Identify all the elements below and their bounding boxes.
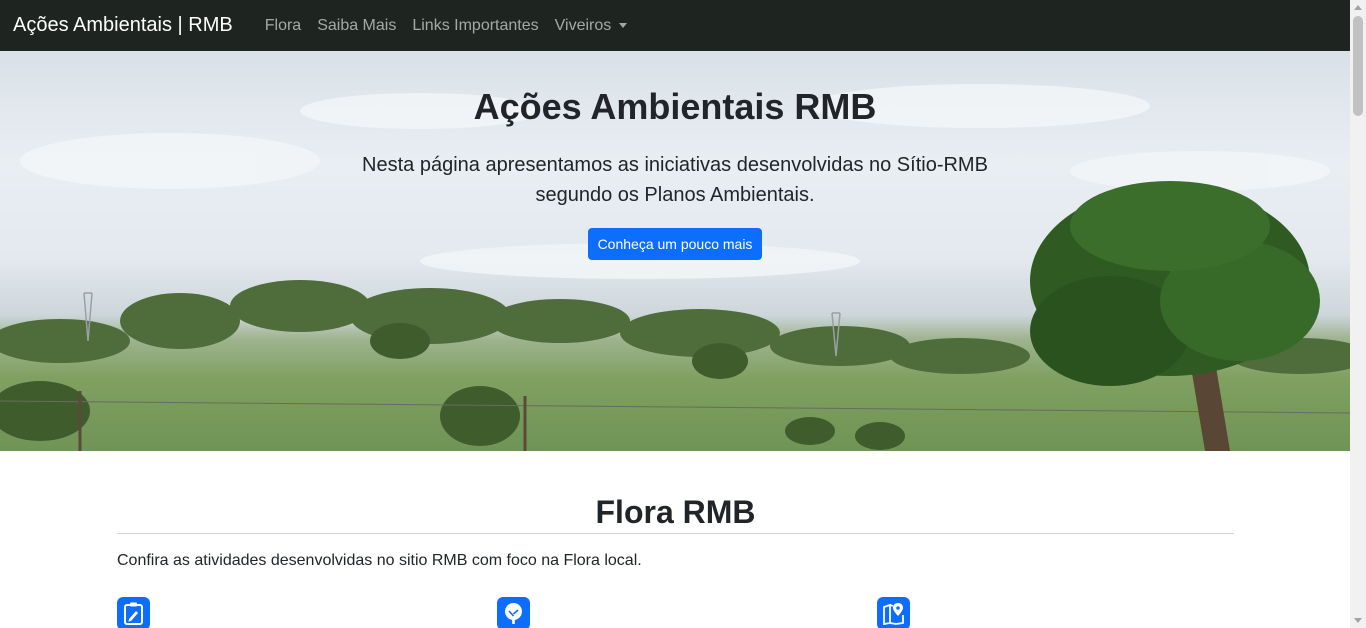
scroll-up-arrow-icon[interactable]	[1354, 5, 1362, 10]
tree-icon	[497, 597, 530, 628]
learn-more-button[interactable]: Conheça um pouco mais	[587, 228, 763, 260]
section-description: Confira as atividades desenvolvidas no s…	[117, 552, 642, 569]
scrollbar-thumb[interactable]	[1353, 16, 1363, 116]
vertical-scrollbar[interactable]	[1350, 0, 1366, 628]
nav-link-links-importantes[interactable]: Links Importantes	[412, 17, 538, 35]
hero-content: Ações Ambientais RMB Nesta página aprese…	[0, 51, 1350, 260]
clipboard-pencil-icon	[117, 597, 150, 628]
nav-dropdown-label: Viveiros	[554, 16, 612, 34]
hero-title: Ações Ambientais RMB	[473, 86, 877, 127]
hero-banner: Ações Ambientais RMB Nesta página aprese…	[0, 51, 1350, 451]
section-divider	[117, 533, 1234, 534]
scroll-down-arrow-icon[interactable]	[1354, 618, 1362, 623]
map-pin-icon	[877, 597, 910, 628]
nav-dropdown-viveiros[interactable]: Viveiros	[555, 17, 628, 35]
navbar: Ações Ambientais | RMB Flora Saiba Mais …	[0, 0, 1350, 51]
navbar-brand[interactable]: Ações Ambientais | RMB	[13, 14, 233, 37]
hero-lead-text: Nesta página apresentamos as iniciativas…	[362, 154, 988, 206]
nav-link-saiba-mais[interactable]: Saiba Mais	[317, 17, 396, 35]
caret-down-icon	[619, 23, 628, 28]
nav-link-flora[interactable]: Flora	[265, 17, 301, 35]
section-title-flora: Flora RMB	[595, 494, 756, 530]
